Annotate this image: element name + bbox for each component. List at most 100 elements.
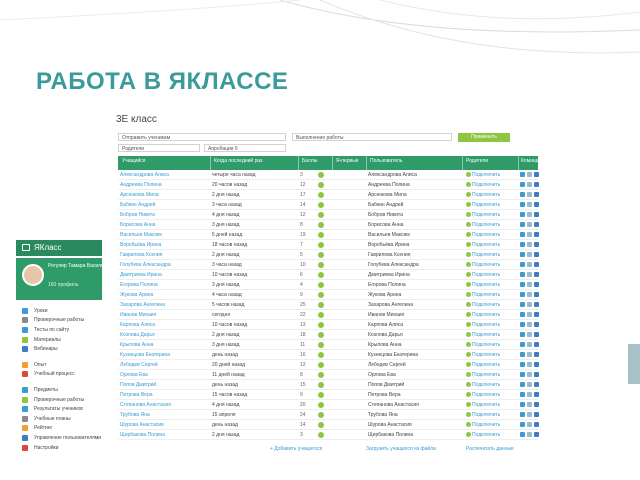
sidebar-item[interactable]: Результаты учеников: [22, 404, 102, 414]
subject-select[interactable]: Отправить ученикам: [118, 133, 286, 141]
edit-icon[interactable]: [520, 272, 525, 277]
connect-parent-link[interactable]: Подключить: [472, 422, 518, 428]
student-name-link[interactable]: Голубева Александра: [120, 262, 206, 268]
settings-icon[interactable]: [527, 322, 532, 327]
user-icon[interactable]: [534, 372, 539, 377]
student-name-link[interactable]: Бабкин Андрей: [120, 202, 206, 208]
connect-parent-link[interactable]: Подключить: [472, 302, 518, 308]
settings-icon[interactable]: [527, 232, 532, 237]
profile-card[interactable]: Регулир Тамара Васильевна 160 профиль: [16, 258, 115, 300]
header-score[interactable]: Баллы: [302, 156, 318, 164]
sidebar-item[interactable]: Материалы: [22, 335, 102, 345]
settings-icon[interactable]: [527, 182, 532, 187]
settings-icon[interactable]: [527, 412, 532, 417]
header-parents[interactable]: Родители: [466, 156, 488, 164]
settings-icon[interactable]: [527, 312, 532, 317]
edit-icon[interactable]: [520, 362, 525, 367]
student-name-link[interactable]: Козлова Дарья: [120, 332, 206, 338]
edit-icon[interactable]: [520, 432, 525, 437]
connect-parent-link[interactable]: Подключить: [472, 282, 518, 288]
student-name-link[interactable]: Борисова Анна: [120, 222, 206, 228]
connect-parent-link[interactable]: Подключить: [472, 362, 518, 368]
student-name-link[interactable]: Орлова Ева: [120, 372, 206, 378]
user-icon[interactable]: [534, 402, 539, 407]
date-select[interactable]: Апробация 5: [204, 144, 286, 152]
connect-parent-link[interactable]: Подключить: [472, 392, 518, 398]
header-last-seen[interactable]: Когда последний раз: [214, 156, 262, 164]
student-name-link[interactable]: Жукова Арина: [120, 292, 206, 298]
avatar[interactable]: [22, 264, 44, 286]
connect-parent-link[interactable]: Подключить: [472, 312, 518, 318]
print-link[interactable]: Распечатать данные: [466, 446, 514, 452]
connect-parent-link[interactable]: Подключить: [472, 382, 518, 388]
student-name-link[interactable]: Васильев Максим: [120, 232, 206, 238]
student-name-link[interactable]: Гаврилова Ксения: [120, 252, 206, 258]
edit-icon[interactable]: [520, 172, 525, 177]
edit-icon[interactable]: [520, 252, 525, 257]
user-icon[interactable]: [534, 302, 539, 307]
user-icon[interactable]: [534, 412, 539, 417]
user-icon[interactable]: [534, 272, 539, 277]
settings-icon[interactable]: [527, 282, 532, 287]
edit-icon[interactable]: [520, 182, 525, 187]
student-name-link[interactable]: Иванов Михаил: [120, 312, 206, 318]
student-name-link[interactable]: Воробьёва Ирина: [120, 242, 206, 248]
edit-icon[interactable]: [520, 292, 525, 297]
connect-parent-link[interactable]: Подключить: [472, 252, 518, 258]
edit-icon[interactable]: [520, 332, 525, 337]
user-icon[interactable]: [534, 392, 539, 397]
header-commands[interactable]: Команды: [521, 156, 542, 164]
settings-icon[interactable]: [527, 192, 532, 197]
sidebar-item[interactable]: Учебные планы: [22, 414, 102, 424]
connect-parent-link[interactable]: Подключить: [472, 372, 518, 378]
sidebar-item[interactable]: Вебинары: [22, 344, 102, 354]
settings-icon[interactable]: [527, 172, 532, 177]
connect-parent-link[interactable]: Подключить: [472, 352, 518, 358]
settings-icon[interactable]: [527, 382, 532, 387]
settings-icon[interactable]: [527, 202, 532, 207]
edit-icon[interactable]: [520, 382, 525, 387]
student-name-link[interactable]: Дмитриева Ирина: [120, 272, 206, 278]
user-icon[interactable]: [534, 292, 539, 297]
user-icon[interactable]: [534, 312, 539, 317]
add-student-link[interactable]: + Добавить учащегося: [270, 446, 322, 452]
edit-icon[interactable]: [520, 232, 525, 237]
student-name-link[interactable]: Кузнецова Екатерина: [120, 352, 206, 358]
connect-parent-link[interactable]: Подключить: [472, 262, 518, 268]
edit-icon[interactable]: [520, 412, 525, 417]
connect-parent-link[interactable]: Подключить: [472, 412, 518, 418]
user-icon[interactable]: [534, 232, 539, 237]
user-icon[interactable]: [534, 432, 539, 437]
student-name-link[interactable]: Арсенкова Мила: [120, 192, 206, 198]
user-icon[interactable]: [534, 382, 539, 387]
connect-parent-link[interactable]: Подключить: [472, 432, 518, 438]
settings-icon[interactable]: [527, 302, 532, 307]
settings-icon[interactable]: [527, 352, 532, 357]
student-name-link[interactable]: Андреева Полина: [120, 182, 206, 188]
settings-icon[interactable]: [527, 212, 532, 217]
user-icon[interactable]: [534, 172, 539, 177]
settings-icon[interactable]: [527, 222, 532, 227]
settings-icon[interactable]: [527, 262, 532, 267]
student-name-link[interactable]: Егорова Полина: [120, 282, 206, 288]
connect-parent-link[interactable]: Подключить: [472, 342, 518, 348]
connect-parent-link[interactable]: Подключить: [472, 222, 518, 228]
edit-icon[interactable]: [520, 282, 525, 287]
settings-icon[interactable]: [527, 392, 532, 397]
work-select[interactable]: Выполнение работы: [292, 133, 452, 141]
student-name-link[interactable]: Бобров Никита: [120, 212, 206, 218]
sidebar-item[interactable]: Управление пользователями: [22, 433, 102, 443]
edit-icon[interactable]: [520, 352, 525, 357]
student-name-link[interactable]: Александрова Алиса: [120, 172, 206, 178]
edit-icon[interactable]: [520, 402, 525, 407]
settings-icon[interactable]: [527, 422, 532, 427]
connect-parent-link[interactable]: Подключить: [472, 212, 518, 218]
user-icon[interactable]: [534, 222, 539, 227]
header-user[interactable]: Пользователь: [370, 156, 402, 164]
student-name-link[interactable]: Попов Дмитрий: [120, 382, 206, 388]
student-name-link[interactable]: Лебедев Сергей: [120, 362, 206, 368]
import-link[interactable]: Загрузить учащихся из файла: [366, 446, 436, 452]
sidebar-item[interactable]: Учебный процесс: [22, 370, 102, 380]
settings-icon[interactable]: [527, 292, 532, 297]
edit-icon[interactable]: [520, 202, 525, 207]
